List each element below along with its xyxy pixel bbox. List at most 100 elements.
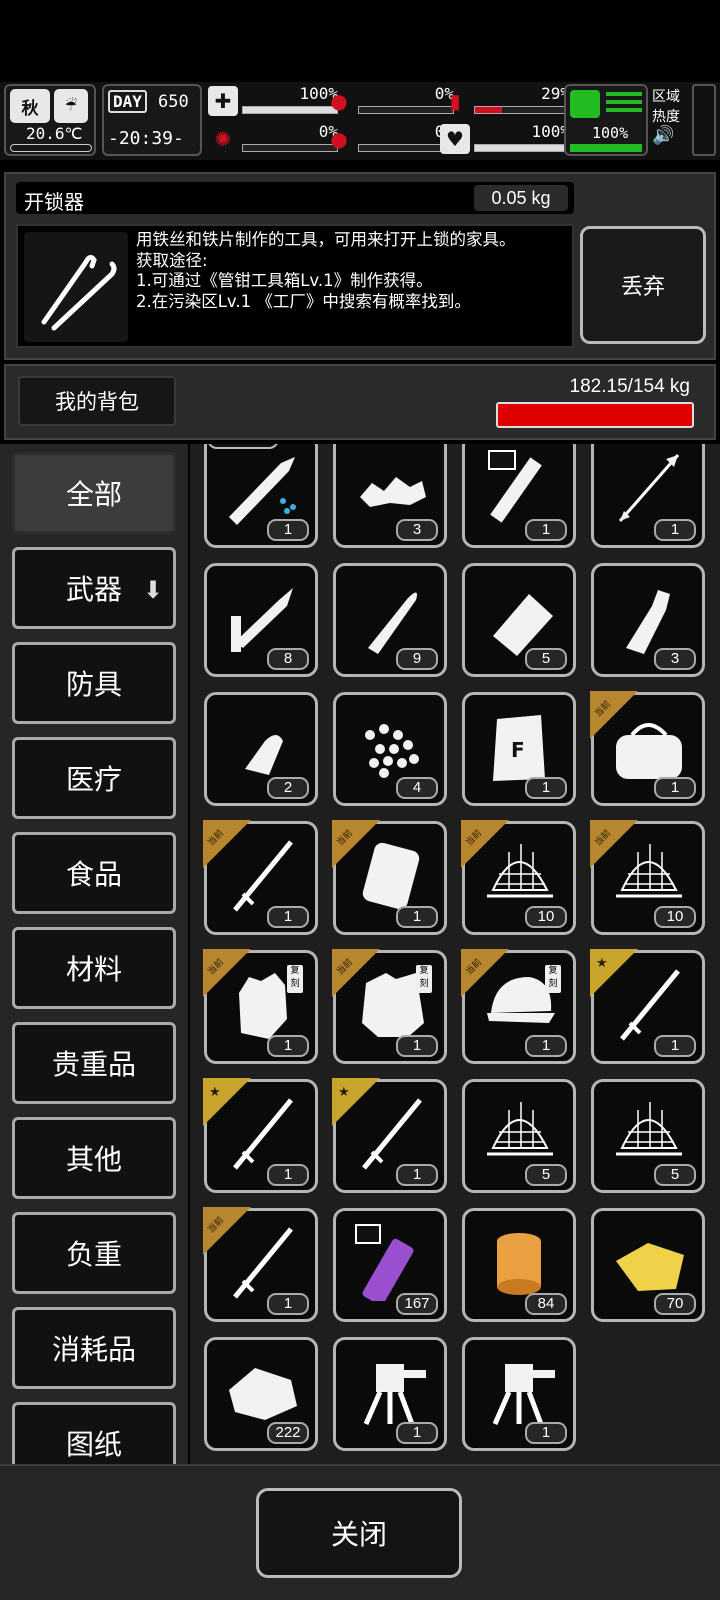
inventory-slot[interactable]: 当前 10 [590,820,705,935]
category-tab[interactable]: 负重 [12,1212,176,1294]
category-label: 全部 [65,478,122,511]
category-tab[interactable]: 贵重品 [12,1022,176,1104]
item-quantity: 1 [525,777,567,799]
category-label: 图纸 [65,1428,122,1461]
rifle-ammo-icon [221,447,301,525]
star-icon: ★ [338,1085,350,1100]
item-quantity: 167 [396,1293,438,1315]
rain-cloud-icon: ☔ [54,89,88,123]
stat-meter: 100% [474,122,574,158]
item-quantity: 1 [654,777,696,799]
item-quantity: 5 [654,1164,696,1186]
cloth-bag-icon [479,576,559,656]
category-tab[interactable]: 全部 [12,452,176,534]
inventory-slot[interactable]: 当前 10 [461,820,576,935]
category-label: 食品 [65,858,122,891]
inventory-slot[interactable]: 222 [204,1337,318,1451]
inventory-slot[interactable]: 5 [591,1079,705,1193]
inventory-slot[interactable]: 4 [333,692,447,806]
lockpick-icon [24,232,128,342]
weather-panel: 秋 ☔ 20.6℃ [4,84,96,156]
stamina-level-icon [606,92,642,116]
inventory-slot[interactable]: 3 [591,563,705,677]
day-panel: DAY 650 -20:39- [102,84,202,156]
category-tab[interactable]: 防具 [12,642,176,724]
category-label: 消耗品 [51,1333,136,1366]
turret-icon [479,1350,559,1426]
inventory-slot[interactable]: 2 [204,692,318,806]
item-quantity: 3 [654,648,696,670]
day-number: 650 [158,92,189,112]
status-bar: 秋 ☔ 20.6℃ DAY 650 -20:39- ✚ 100% ● 0% ▮ 29% ✺ 0… [0,82,720,160]
close-button[interactable]: 关闭 [256,1488,462,1578]
item-quantity: 2 [267,777,309,799]
item-info-panel: 开锁器 0.05 kg 用铁丝和铁片制作的工具，可用来打开上锁的家具。 获取途径… [4,172,716,360]
down-arrow-icon: ⬇ [142,576,163,604]
season-label: 秋 [21,98,39,119]
inventory-slot[interactable]: 当前 1 [590,691,705,806]
item-quantity: 1 [267,1293,309,1315]
category-tab[interactable]: 食品 [12,832,176,914]
star-icon: ★ [209,1085,221,1100]
inventory-slot[interactable]: 5 [462,563,576,677]
category-label: 贵重品 [51,1048,136,1081]
inventory-slot[interactable]: 84 [462,1208,576,1322]
item-quantity: 1 [267,1164,309,1186]
inventory-slot[interactable]: 当前 1 [203,820,318,935]
inventory-slot[interactable]: 9 [333,563,447,677]
speaker-icon: 🔊 [652,125,675,146]
inventory-slot[interactable]: 当前 1 [203,1207,318,1322]
bottle-icon [608,576,688,654]
inventory-slot[interactable]: 3 [333,444,447,548]
inventory-slot[interactable]: 70 [591,1208,705,1322]
stomach-icon: ● [330,89,348,113]
inventory-slot[interactable]: 167 [333,1208,447,1322]
category-label: 材料 [65,953,122,986]
bullet-icon [350,576,430,654]
stamina-bar [570,144,642,152]
region-heat[interactable]: 区域 热度 🔊 [652,86,692,156]
inventory-slot[interactable]: 1 [591,444,705,548]
category-tab[interactable]: 材料 [12,927,176,1009]
backpack-weight: 182.15/154 kg [569,376,690,397]
brain-icon: ✺ [214,127,232,151]
category-label: 医疗 [65,763,122,796]
item-quantity: 10 [525,906,567,928]
inventory-slot[interactable]: 当前 复刻 1 [203,949,318,1064]
item-quantity: 70 [654,1293,696,1315]
item-quantity: 5 [525,648,567,670]
temperature-label: 20.6℃ [26,124,83,143]
item-quantity: 5 [525,1164,567,1186]
inventory-slot[interactable]: ★ 1 [332,1078,447,1193]
svg-text:F: F [511,738,525,762]
inventory-slot[interactable]: ★ 1 [203,1078,318,1193]
inventory-slot[interactable]: 1 [462,1337,576,1451]
item-name-bar: 开锁器 0.05 kg [16,182,574,214]
item-description-box: 用铁丝和铁片制作的工具，可用来打开上锁的家具。 获取途径: 1.可通过《管钳工具… [16,224,574,348]
item-quantity: 84 [525,1293,567,1315]
inventory-slot[interactable]: F1 [462,692,576,806]
inventory-slot[interactable]: 当前 1 [332,820,447,935]
category-label: 其他 [65,1143,122,1176]
inventory-slot[interactable]: 7.62 1 [204,444,318,548]
rubble-icon [350,447,430,523]
turret-icon [350,1350,430,1426]
discard-button[interactable]: 丢弃 [580,226,706,344]
inventory-slot[interactable]: 8 [204,563,318,677]
inventory-slot[interactable]: 1 [333,1337,447,1451]
category-tab[interactable]: 其他 [12,1117,176,1199]
item-quantity: 9 [396,648,438,670]
category-tab[interactable]: 武器 ⬇ [12,547,176,629]
category-tab[interactable]: 医疗 [12,737,176,819]
inventory-grid: 7.621311895324F1当前1当前1当前1当前10当前10当前复刻1当前… [190,444,720,1464]
inventory-slot[interactable]: 当前 复刻 1 [461,949,576,1064]
category-tab[interactable]: 图纸 [12,1402,176,1464]
inventory-slot[interactable]: ★ 1 [590,949,705,1064]
inventory-slot[interactable]: 5 [462,1079,576,1193]
stat-bar-fill [243,107,337,113]
inventory-slot[interactable]: 1 [462,444,576,548]
region-heat-line2: 热度 [652,109,680,125]
inventory-slot[interactable]: 当前 复刻 1 [332,949,447,1064]
item-quantity: 1 [396,906,438,928]
category-tab[interactable]: 消耗品 [12,1307,176,1389]
